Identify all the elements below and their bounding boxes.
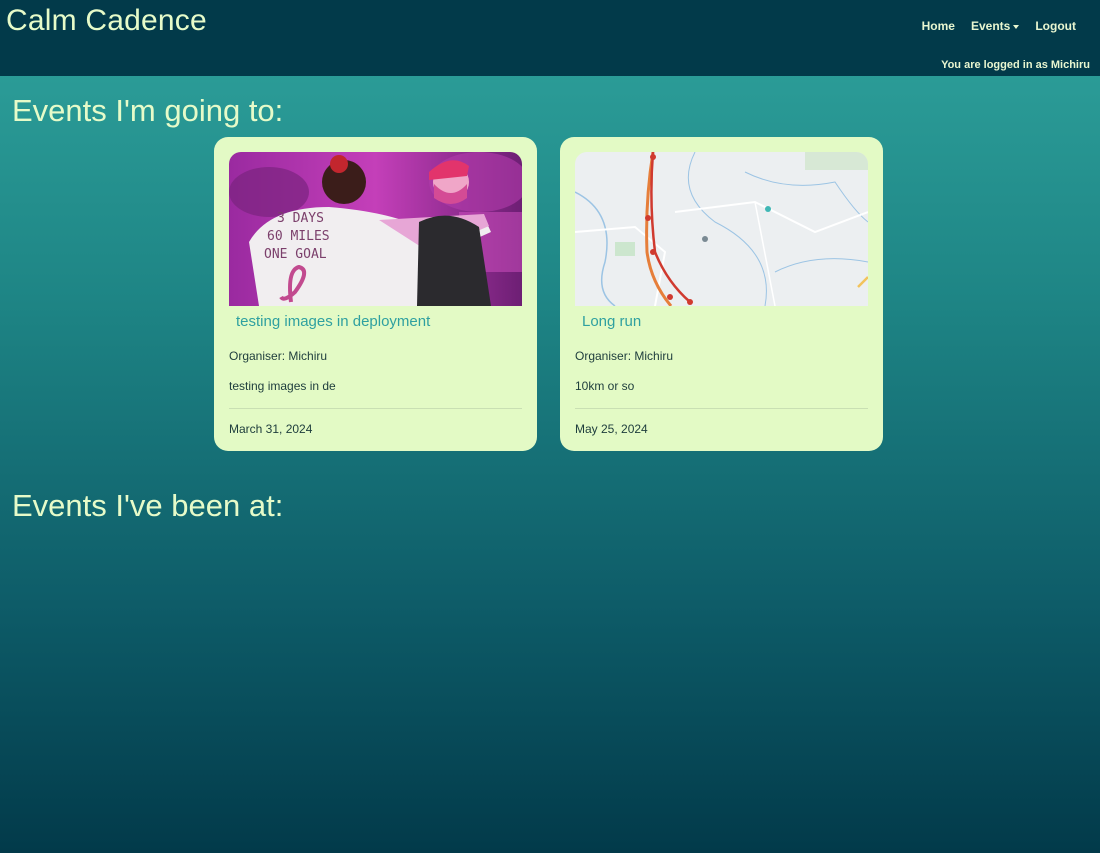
event-organiser: Organiser: Michiru [229,349,328,363]
events-going-heading: Events I'm going to: [12,93,284,128]
event-image [575,152,868,306]
card-divider [575,408,868,409]
event-organiser: Organiser: Michiru [575,349,674,363]
event-date: March 31, 2024 [229,422,313,436]
event-image: 3 DAYS 60 MILES ONE GOAL [229,152,522,306]
nav-logout-label: Logout [1035,19,1076,33]
nav-events-dropdown[interactable]: Events [963,18,1027,34]
svg-text:ONE GOAL: ONE GOAL [264,247,327,262]
event-description: testing images in de [229,379,336,393]
event-photo-icon: 3 DAYS 60 MILES ONE GOAL [229,152,522,306]
route-map-icon [575,152,868,306]
nav-home-link[interactable]: Home [914,18,963,34]
caret-down-icon [1013,24,1020,29]
navbar: Calm Cadence Home Events Logout You are … [0,0,1100,76]
brand-logo[interactable]: Calm Cadence [6,4,207,38]
events-been-heading: Events I've been at: [12,488,284,523]
event-card: Long run Organiser: Michiru 10km or so M… [560,137,883,451]
login-status: You are logged in as Michiru [941,59,1090,71]
nav-logout-link[interactable]: Logout [1027,18,1084,34]
event-description: 10km or so [575,379,635,393]
event-card: 3 DAYS 60 MILES ONE GOAL testing images … [214,137,537,451]
event-date: May 25, 2024 [575,422,648,436]
event-title-link[interactable]: Long run [582,313,641,330]
svg-text:3 DAYS: 3 DAYS [277,211,324,226]
card-divider [229,408,522,409]
nav-links: Home Events Logout [914,18,1084,34]
svg-text:60 MILES: 60 MILES [267,229,330,244]
nav-home-label: Home [921,19,955,33]
event-title-link[interactable]: testing images in deployment [236,313,430,330]
nav-events-label: Events [970,19,1011,33]
